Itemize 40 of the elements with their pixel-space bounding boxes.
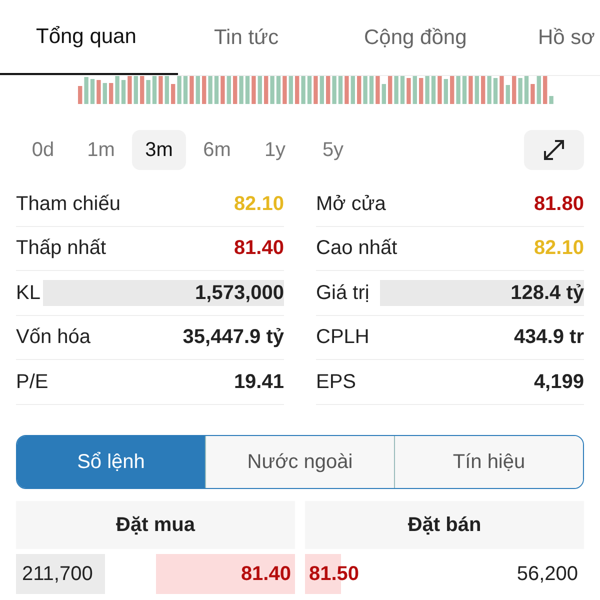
stat-label: P/E bbox=[16, 370, 48, 395]
period-tab[interactable]: 5y bbox=[306, 130, 360, 170]
column-header: Đặt bán bbox=[305, 500, 584, 548]
stat-label: KL bbox=[16, 280, 40, 306]
stat-value: 1,573,000 bbox=[195, 280, 284, 306]
ask-volume: 56,200 bbox=[516, 562, 579, 586]
period-tab[interactable]: 6m bbox=[190, 130, 244, 170]
segment-tab[interactable]: Nước ngoài bbox=[205, 436, 394, 488]
segment-tab[interactable]: Tín hiệu bbox=[394, 436, 583, 488]
stat-label: Vốn hóa bbox=[16, 325, 91, 350]
stat-value: 19.41 bbox=[234, 370, 284, 395]
stat-value: 82.10 bbox=[234, 192, 284, 217]
stat-label: Mở cửa bbox=[316, 192, 386, 217]
segment-tab[interactable]: Sổ lệnh bbox=[17, 436, 205, 488]
stat-value: 434.9 tr bbox=[514, 325, 584, 350]
stat-value: 82.10 bbox=[534, 236, 584, 262]
period-tab[interactable]: 3m bbox=[132, 130, 186, 170]
period-tab[interactable]: 0d bbox=[16, 130, 70, 170]
stat-label: Cao nhất bbox=[316, 236, 398, 262]
stat-label: Tham chiếu bbox=[16, 192, 120, 217]
stat-label: Thấp nhất bbox=[16, 236, 106, 262]
period-tab[interactable]: 1y bbox=[248, 130, 302, 170]
column-header: Đặt mua bbox=[16, 500, 295, 548]
stat-label: EPS bbox=[316, 370, 356, 395]
expand-button[interactable] bbox=[524, 130, 584, 170]
tab[interactable]: Tin tức bbox=[178, 0, 328, 75]
tab[interactable]: Hồ sơ bbox=[518, 0, 600, 75]
tab[interactable]: Cộng đồng bbox=[328, 0, 518, 75]
ask-price: 81.50 bbox=[308, 562, 360, 586]
stat-label: Giá trị bbox=[316, 280, 370, 306]
bid-price: 81.40 bbox=[240, 562, 292, 586]
stat-value: 81.80 bbox=[534, 192, 584, 217]
stat-value: 35,447.9 tỷ bbox=[182, 325, 284, 350]
period-tab[interactable]: 1m bbox=[74, 130, 128, 170]
stat-value: 128.4 tỷ bbox=[510, 280, 584, 306]
stat-label: CPLH bbox=[316, 325, 370, 350]
stat-value: 4,199 bbox=[534, 370, 584, 395]
stat-value: 81.40 bbox=[234, 236, 284, 262]
expand-icon bbox=[542, 138, 566, 162]
bid-volume: 211,700 bbox=[21, 562, 93, 586]
